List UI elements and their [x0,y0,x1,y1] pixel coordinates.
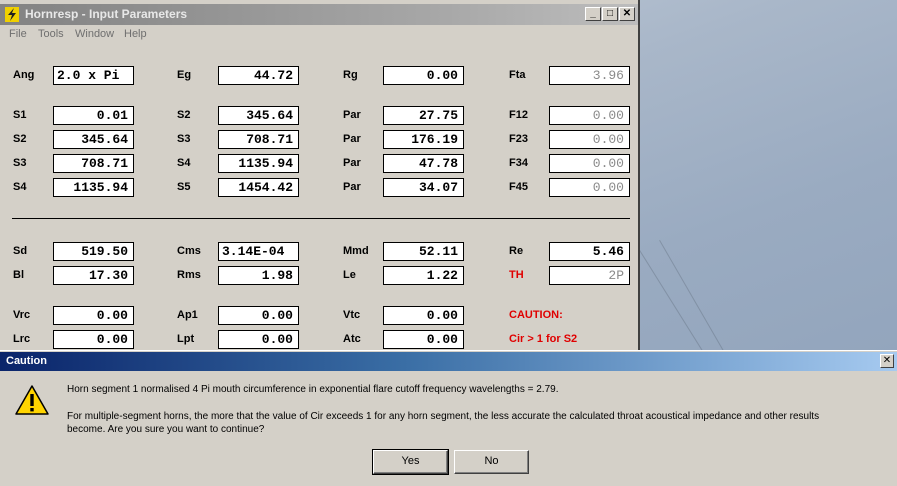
field-f23: 0.00 [549,130,630,149]
field-s3[interactable]: 708.71 [218,130,299,149]
label-le: Le [343,269,356,281]
field-re[interactable]: 5.46 [549,242,630,261]
label-s1: S1 [13,109,27,121]
section-divider [12,218,630,219]
label-s2: S2 [177,109,191,121]
field-cms[interactable]: 3.14E-04 [218,242,299,261]
label-ang: Ang [13,69,35,81]
label-vtc: Vtc [343,309,361,321]
dialog-message-line1: Horn segment 1 normalised 4 Pi mouth cir… [67,384,559,395]
field-s4[interactable]: 1135.94 [218,154,299,173]
menu-bar: File Tools Window Help [0,25,638,43]
yes-button[interactable]: Yes [372,449,449,475]
label-lpt: Lpt [177,333,195,345]
label-th: TH [509,269,524,281]
label-s3: S3 [177,133,191,145]
label-vrc: Vrc [13,309,31,321]
window-title: Hornresp - Input Parameters [25,7,188,21]
field-sd[interactable]: 519.50 [53,242,134,261]
caution-label: CAUTION: [509,309,563,321]
field-eg[interactable]: 44.72 [218,66,299,85]
field-s2[interactable]: 345.64 [218,106,299,125]
window-titlebar[interactable]: Hornresp - Input Parameters _ □ ✕ [0,4,638,25]
field-le[interactable]: 1.22 [383,266,464,285]
field-atc[interactable]: 0.00 [383,330,464,349]
field-fta: 3.96 [549,66,630,85]
field-vrc[interactable]: 0.00 [53,306,134,325]
dialog-titlebar[interactable]: Caution ✕ [0,352,897,371]
field-mmd[interactable]: 52.11 [383,242,464,261]
dialog-message-line3: become. Are you sure you want to continu… [67,424,265,435]
label-fta: Fta [509,69,526,81]
field-s3[interactable]: 708.71 [53,154,134,173]
menu-tools[interactable]: Tools [38,28,64,40]
label-mmd: Mmd [343,245,369,257]
field-rms[interactable]: 1.98 [218,266,299,285]
maximize-button[interactable]: □ [602,7,618,21]
label-s4: S4 [177,157,191,169]
field-ang[interactable]: 2.0 x Pi [53,66,134,85]
field-par[interactable]: 47.78 [383,154,464,173]
label-par: Par [343,109,361,121]
label-s2: S2 [13,133,27,145]
menu-file[interactable]: File [9,28,27,40]
field-par[interactable]: 27.75 [383,106,464,125]
field-th[interactable]: 2P [549,266,630,285]
field-lpt[interactable]: 0.00 [218,330,299,349]
label-rg: Rg [343,69,358,81]
dialog-message-line2: For multiple-segment horns, the more tha… [67,411,820,422]
label-f45: F45 [509,181,528,193]
field-bl[interactable]: 17.30 [53,266,134,285]
label-ap1: Ap1 [177,309,198,321]
field-vtc[interactable]: 0.00 [383,306,464,325]
label-f12: F12 [509,109,528,121]
field-f45: 0.00 [549,178,630,197]
field-s1[interactable]: 0.01 [53,106,134,125]
warning-icon [15,385,49,415]
menu-help[interactable]: Help [124,28,147,40]
field-s4[interactable]: 1135.94 [53,178,134,197]
label-lrc: Lrc [13,333,31,345]
label-par: Par [343,133,361,145]
label-s5: S5 [177,181,191,193]
menu-window[interactable]: Window [75,28,114,40]
field-f12: 0.00 [549,106,630,125]
label-par: Par [343,181,361,193]
hornresp-lightning-icon [5,7,19,22]
field-lrc[interactable]: 0.00 [53,330,134,349]
field-s5[interactable]: 1454.42 [218,178,299,197]
dialog-title: Caution [6,355,47,367]
field-par[interactable]: 34.07 [383,178,464,197]
field-f34: 0.00 [549,154,630,173]
field-par[interactable]: 176.19 [383,130,464,149]
label-sd: Sd [13,245,28,257]
dialog-close-button[interactable]: ✕ [880,354,894,368]
input-parameters-window: Hornresp - Input Parameters _ □ ✕ File T… [0,0,640,360]
field-rg[interactable]: 0.00 [383,66,464,85]
label-par: Par [343,157,361,169]
no-button[interactable]: No [454,450,529,474]
label-rms: Rms [177,269,201,281]
label-s4: S4 [13,181,27,193]
field-s2[interactable]: 345.64 [53,130,134,149]
label-bl: Bl [13,269,24,281]
label-re: Re [509,245,524,257]
field-ap1[interactable]: 0.00 [218,306,299,325]
label-eg: Eg [177,69,192,81]
label-f34: F34 [509,157,528,169]
label-atc: Atc [343,333,361,345]
close-button[interactable]: ✕ [619,7,635,21]
minimize-button[interactable]: _ [585,7,601,21]
label-cms: Cms [177,245,201,257]
label-s3: S3 [13,157,27,169]
caution-message: Cir > 1 for S2 [509,333,578,345]
label-f23: F23 [509,133,528,145]
